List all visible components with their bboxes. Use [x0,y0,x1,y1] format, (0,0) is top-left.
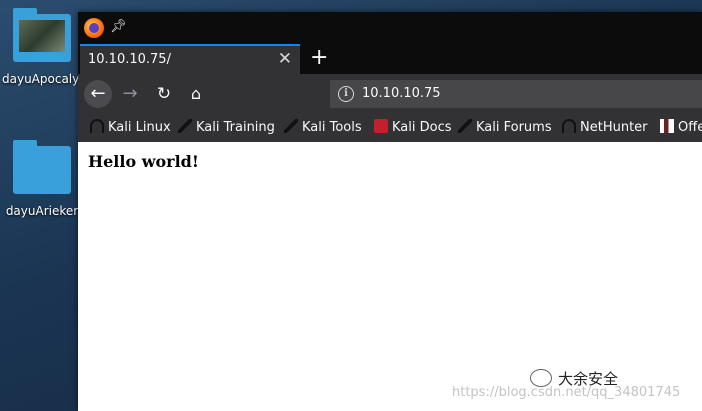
bookmarks-toolbar: Kali Linux Kali Training Kali Tools Kali… [78,114,702,142]
dragon-icon [178,119,192,133]
bookmark-kali-training[interactable]: Kali Training [178,119,275,135]
desktop-folder-apocalyp[interactable]: dayuApocalyp [2,8,82,86]
close-tab-icon[interactable]: ✕ [278,49,292,69]
browser-window: 📌︎ 10.10.10.75/ ✕ + ← → ↻ ⌂ i 10.10.10.7… [78,12,702,411]
new-tab-icon[interactable]: + [310,44,328,72]
bookmark-nethunter[interactable]: NetHunter [562,119,648,135]
bookmark-label: Kali Forums [476,120,552,135]
kali-docs-icon [374,119,388,133]
dragon-icon [284,119,298,133]
bookmark-kali-linux[interactable]: Kali Linux [90,119,171,135]
bookmark-kali-forums[interactable]: Kali Forums [458,119,552,135]
home-button[interactable]: ⌂ [182,80,210,108]
desktop-folder-label: dayuApocalyp [2,72,82,86]
site-info-icon[interactable]: i [338,86,354,102]
pin-icon[interactable]: 📌︎ [110,19,127,34]
bookmark-label: NetHunter [580,120,648,135]
bookmark-label: Kali Docs [392,120,452,135]
bookmark-kali-docs[interactable]: Kali Docs [374,119,452,135]
firefox-icon [84,18,104,38]
tab-active[interactable]: 10.10.10.75/ ✕ [80,44,300,74]
bookmark-offsec[interactable]: Offe [660,119,702,135]
back-button[interactable]: ← [84,80,112,108]
url-bar[interactable]: i 10.10.10.75 [330,80,702,108]
kali-icon [90,119,104,133]
tab-bar: 10.10.10.75/ ✕ + [78,44,702,74]
kali-icon [562,119,576,133]
offsec-icon [660,119,674,133]
dragon-icon [458,119,472,133]
page-heading: Hello world! [88,152,199,171]
forward-button[interactable]: → [116,80,144,108]
csdn-watermark: https://blog.csdn.net/qq_34801745 [452,385,681,400]
tab-title: 10.10.10.75/ [88,52,171,67]
folder-icon [13,140,71,194]
bookmark-kali-tools[interactable]: Kali Tools [284,119,362,135]
url-text[interactable]: 10.10.10.75 [362,86,441,101]
bookmark-label: Offe [678,120,702,135]
bookmark-label: Kali Training [196,120,275,135]
desktop-folder-arieker[interactable]: dayuArieker [2,140,82,218]
reload-button[interactable]: ↻ [150,80,178,108]
nav-toolbar: ← → ↻ ⌂ i 10.10.10.75 [78,74,702,114]
title-bar: 📌︎ [78,12,702,44]
bookmark-label: Kali Linux [108,120,171,135]
folder-icon [13,8,71,62]
bookmark-label: Kali Tools [302,120,362,135]
desktop-folder-label: dayuArieker [5,204,79,218]
